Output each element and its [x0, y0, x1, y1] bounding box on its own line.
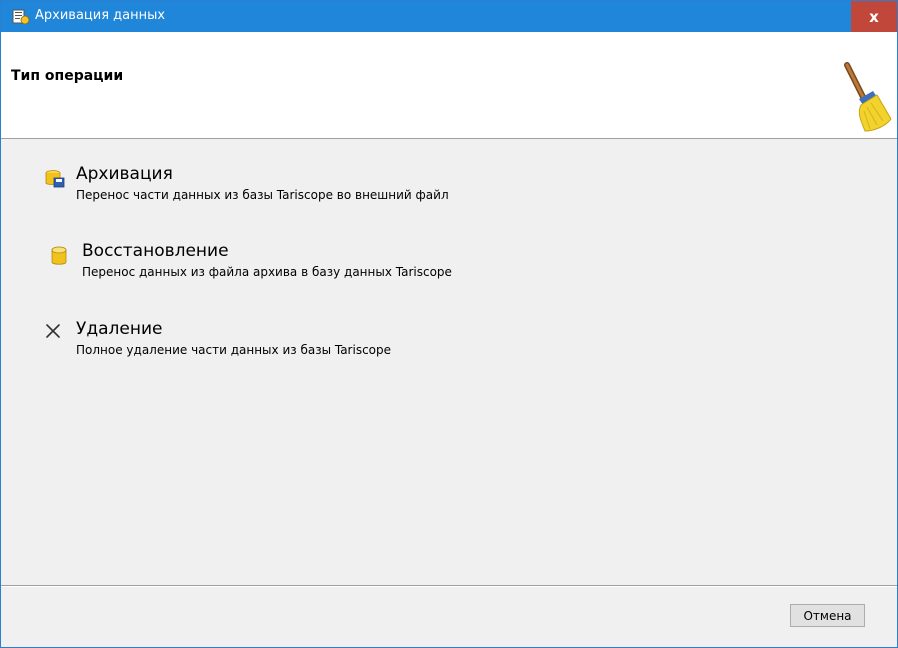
archive-icon: [45, 170, 65, 188]
option-title: Удаление: [76, 319, 163, 339]
title-bar[interactable]: Архивация данных x: [1, 1, 897, 32]
option-archive[interactable]: Архивация Перенос части данных из базы T…: [1, 164, 881, 214]
database-icon: [51, 246, 67, 265]
close-icon: x: [869, 7, 879, 26]
cancel-button-label: Отмена: [803, 608, 852, 623]
option-restore[interactable]: Восстановление Перенос данных из файла а…: [1, 241, 881, 291]
option-delete[interactable]: Удаление Полное удаление части данных из…: [1, 319, 881, 369]
delete-x-icon: [46, 324, 60, 338]
wizard-header: Тип операции: [1, 32, 897, 139]
page-title: Тип операции: [11, 68, 124, 84]
broom-icon: [844, 62, 892, 132]
option-description: Полное удаление части данных из базы Tar…: [76, 343, 392, 357]
footer-divider-highlight: [1, 586, 897, 587]
app-icon: [12, 9, 30, 25]
option-title: Архивация: [76, 164, 173, 184]
window-title: Архивация данных: [35, 8, 166, 23]
option-description: Перенос части данных из базы Tariscope в…: [76, 188, 449, 202]
cancel-button[interactable]: Отмена: [790, 604, 865, 627]
option-title: Восстановление: [82, 241, 229, 261]
dialog-window: Архивация данных x Тип операции Архиваци…: [0, 0, 898, 648]
option-description: Перенос данных из файла архива в базу да…: [82, 265, 452, 279]
close-button[interactable]: x: [851, 1, 897, 32]
